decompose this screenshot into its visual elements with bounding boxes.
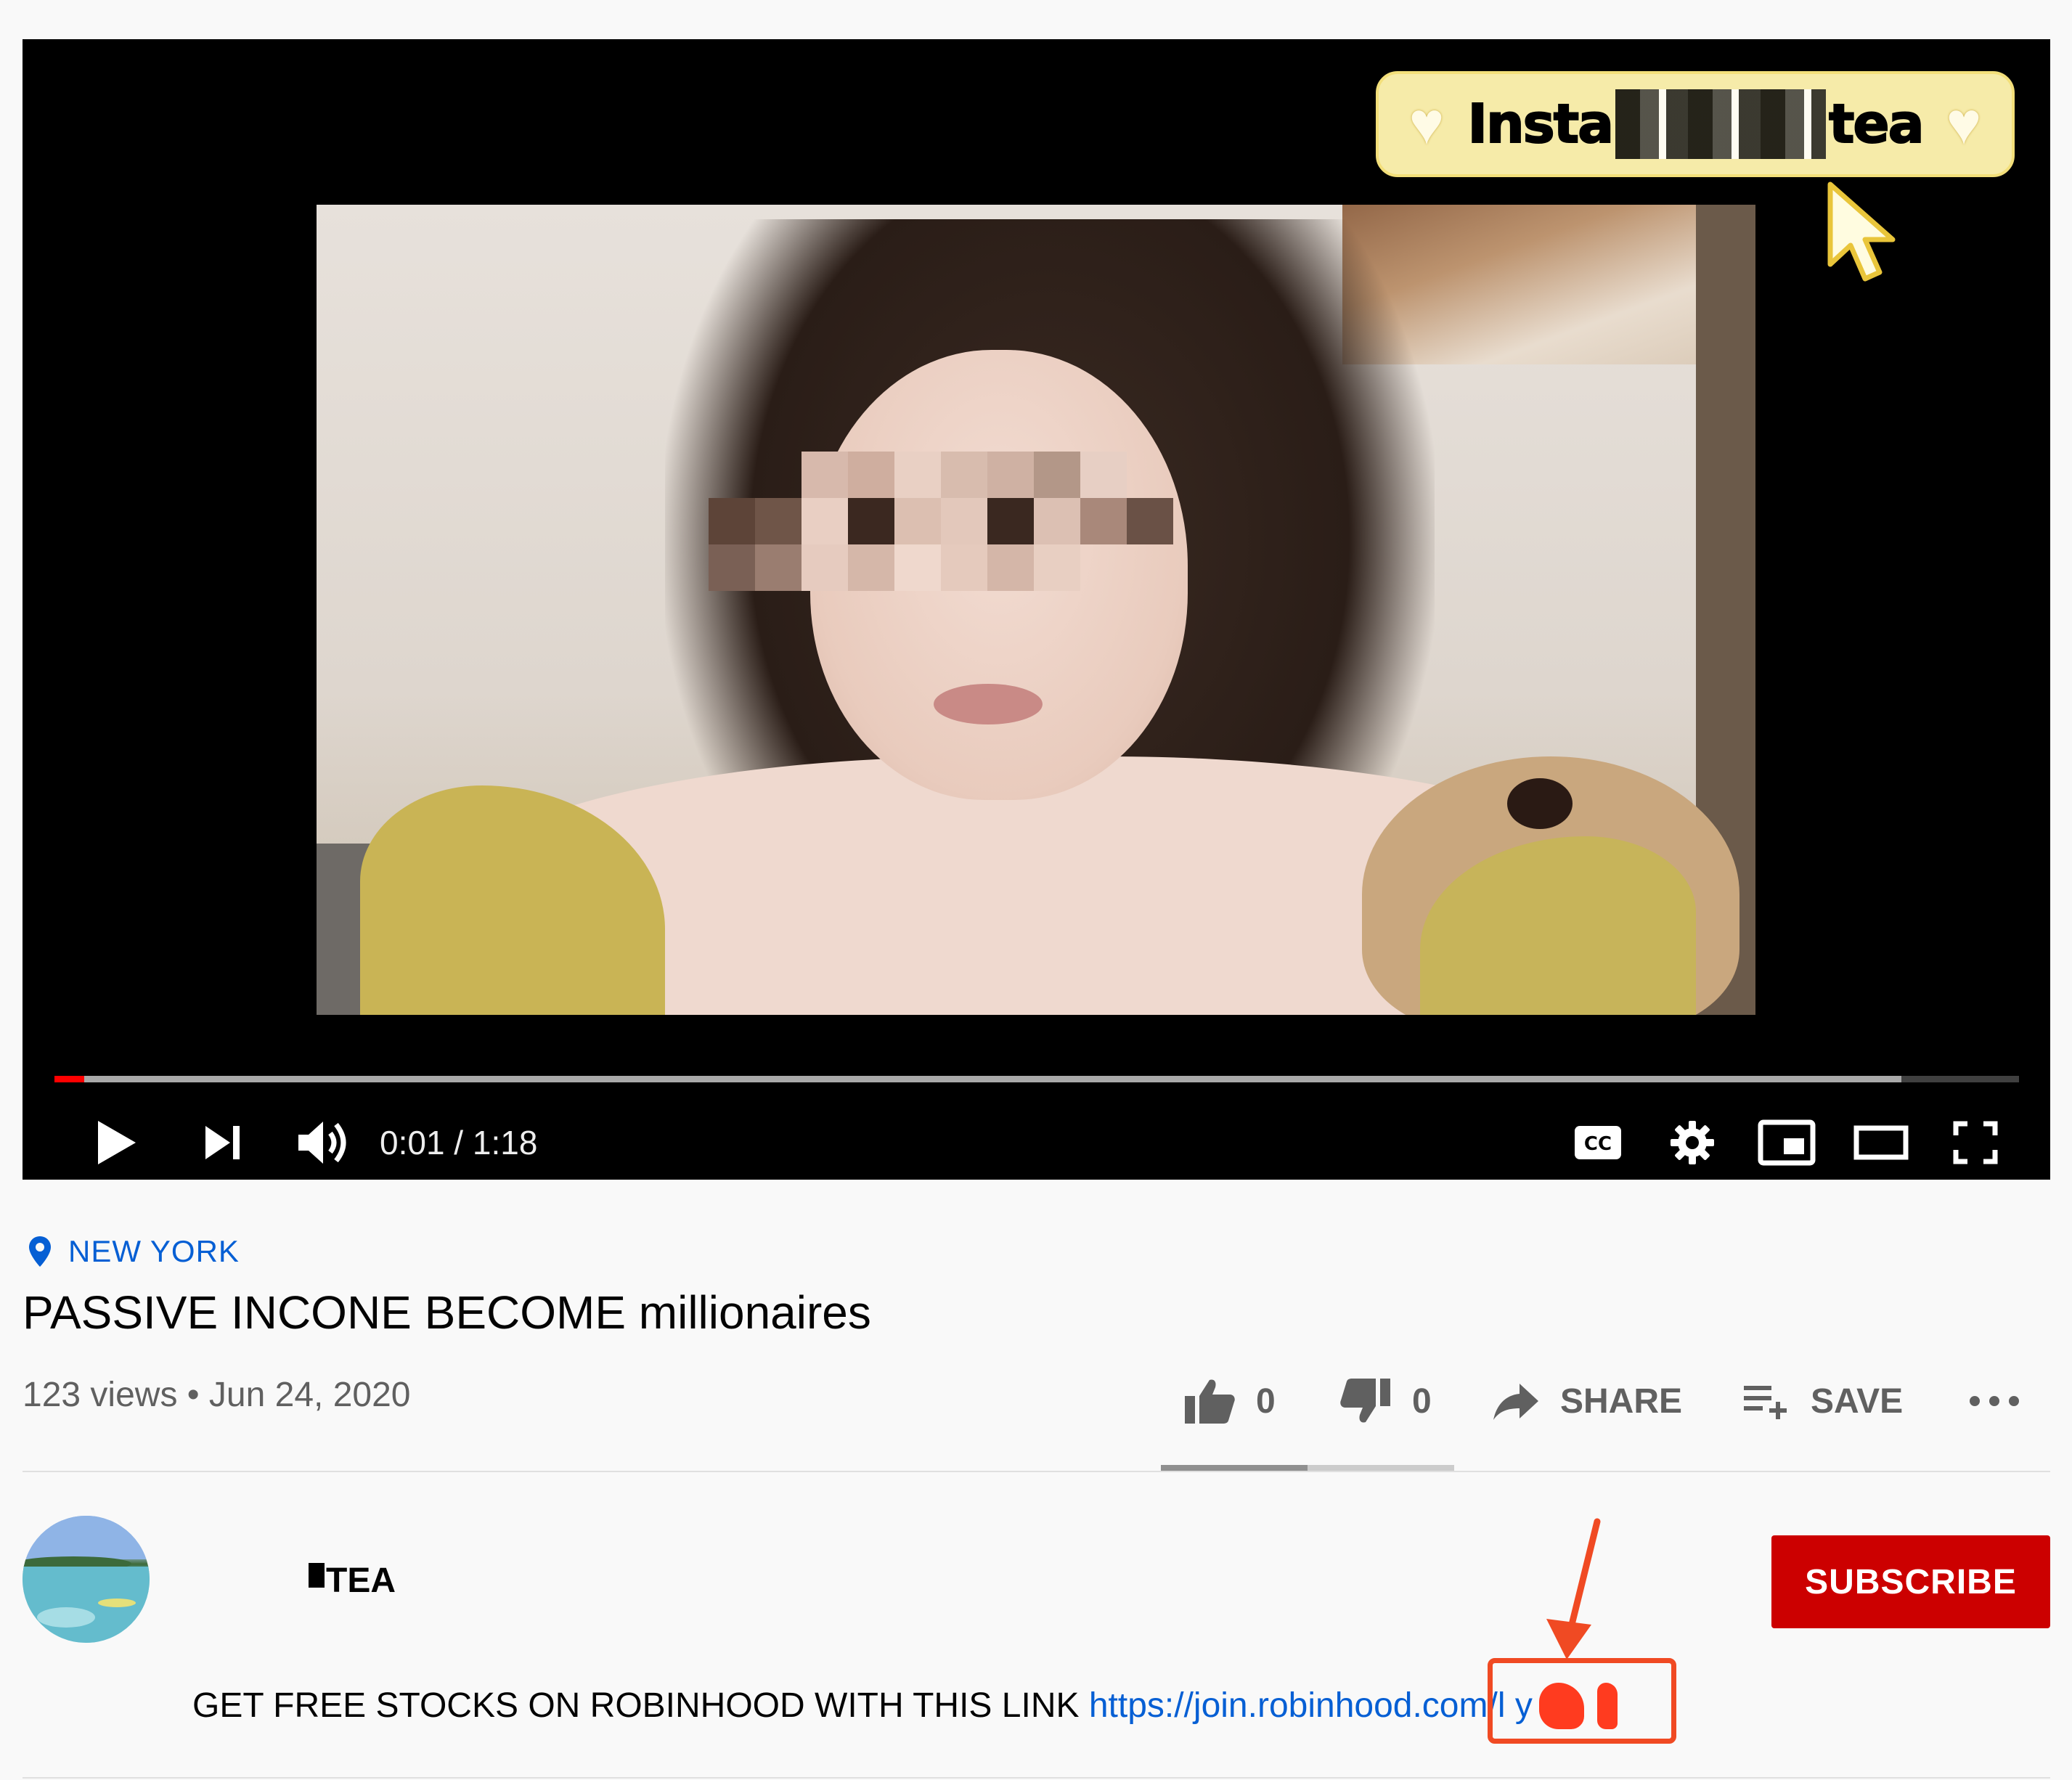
mosaic-tile <box>848 452 894 498</box>
handle-redaction <box>1615 89 1827 159</box>
volume-icon <box>298 1122 346 1164</box>
video-actions: 0 0 SHARE SAVE <box>1176 1368 2033 1434</box>
next-button[interactable] <box>187 1106 259 1179</box>
video-description: GET FREE STOCKS ON ROBINHOOD WITH THIS L… <box>192 1684 1562 1728</box>
face-pixelation <box>709 452 1173 591</box>
playlist-add-icon <box>1744 1386 1787 1419</box>
channel-name-redaction <box>309 1563 325 1588</box>
like-dislike-ratio-bar <box>1161 1465 1454 1471</box>
more-horizontal-icon <box>1970 1396 2019 1406</box>
mosaic-tile <box>848 544 894 591</box>
instagram-handle: Insta tea <box>1467 89 1925 159</box>
mosaic-tile <box>802 452 848 498</box>
person-mouth <box>934 684 1043 724</box>
mosaic-tile <box>941 544 987 591</box>
gear-icon <box>1671 1121 1714 1164</box>
mosaic-tile <box>1080 498 1127 544</box>
channel-name[interactable]: TEA <box>309 1559 396 1603</box>
location-link[interactable]: NEW YORK <box>28 1234 240 1269</box>
mosaic-tile <box>1034 544 1080 591</box>
captions-icon: CC <box>1575 1126 1621 1159</box>
thumbs-down-icon <box>1340 1379 1390 1423</box>
theater-mode-icon <box>1853 1125 1909 1160</box>
channel-avatar[interactable] <box>23 1516 150 1643</box>
mosaic-tile <box>755 452 802 498</box>
annotation-arrow-icon <box>1546 1518 1601 1659</box>
subscribe-button[interactable]: SUBSCRIBE <box>1771 1535 2050 1628</box>
mosaic-tile <box>1034 498 1080 544</box>
location-text: NEW YORK <box>68 1234 240 1268</box>
mosaic-tile <box>755 498 802 544</box>
miniplayer-icon <box>1758 1119 1816 1166</box>
mosaic-tile <box>848 498 894 544</box>
mosaic-tile <box>1127 498 1173 544</box>
teddy-bear-nose <box>1507 778 1573 829</box>
video-title: PASSIVE INCONE BECOME millionaires <box>23 1286 871 1339</box>
cursor-icon <box>1827 181 1896 282</box>
mosaic-tile <box>709 498 755 544</box>
dislike-count: 0 <box>1412 1381 1432 1421</box>
settings-button[interactable] <box>1656 1106 1729 1179</box>
play-icon <box>98 1121 136 1164</box>
mosaic-tile <box>894 498 941 544</box>
instagram-overlay-banner: ♥ Insta tea ♥ <box>1376 71 2015 177</box>
share-icon <box>1493 1384 1538 1420</box>
mosaic-tile <box>709 452 755 498</box>
mosaic-tile <box>1127 452 1173 498</box>
progress-buffered <box>54 1076 1901 1082</box>
mosaic-tile <box>1080 544 1127 591</box>
divider <box>23 1471 2050 1472</box>
mosaic-tile <box>894 544 941 591</box>
miniplayer-button[interactable] <box>1743 1106 1830 1179</box>
progress-played <box>54 1076 84 1082</box>
captions-button[interactable]: CC <box>1562 1106 1634 1179</box>
save-button[interactable]: SAVE <box>1742 1368 1903 1434</box>
video-player[interactable]: ♥ Insta tea ♥ 0:01 / 1:18 CC <box>23 39 2050 1180</box>
mosaic-tile <box>755 544 802 591</box>
fullscreen-icon <box>1953 1121 1998 1164</box>
share-label: SHARE <box>1560 1381 1683 1421</box>
mosaic-tile <box>1034 452 1080 498</box>
play-button[interactable] <box>81 1106 153 1179</box>
save-label: SAVE <box>1811 1381 1904 1421</box>
mosaic-tile <box>987 452 1034 498</box>
mosaic-tile <box>1127 544 1173 591</box>
view-count-and-date: 123 views • Jun 24, 2020 <box>23 1376 411 1414</box>
svg-text:CC: CC <box>1584 1133 1612 1155</box>
description-text: GET FREE STOCKS ON ROBINHOOD WITH THIS L… <box>192 1686 1089 1725</box>
progress-bar[interactable] <box>54 1076 2019 1082</box>
mosaic-tile <box>941 452 987 498</box>
theater-mode-button[interactable] <box>1838 1106 1925 1179</box>
mosaic-tile <box>802 544 848 591</box>
mosaic-tile <box>987 498 1034 544</box>
mosaic-tile <box>987 544 1034 591</box>
next-icon <box>205 1126 240 1159</box>
video-frame[interactable] <box>317 205 1755 1015</box>
dislike-button[interactable]: 0 <box>1339 1368 1432 1434</box>
time-display: 0:01 / 1:18 <box>380 1124 538 1162</box>
annotation-highlight-box <box>1488 1658 1676 1744</box>
divider <box>23 1777 2050 1779</box>
mosaic-tile <box>1080 452 1127 498</box>
mosaic-tile <box>802 498 848 544</box>
share-button[interactable]: SHARE <box>1492 1368 1682 1434</box>
like-ratio-fill <box>1161 1465 1308 1471</box>
mosaic-tile <box>941 498 987 544</box>
like-button[interactable]: 0 <box>1183 1368 1276 1434</box>
heart-icon: ♥ <box>1946 91 1982 157</box>
avatar-image <box>23 1516 150 1643</box>
fullscreen-button[interactable] <box>1932 1106 2019 1179</box>
mosaic-tile <box>709 544 755 591</box>
location-pin-icon <box>29 1236 51 1267</box>
thumbs-up-icon <box>1185 1379 1235 1424</box>
volume-button[interactable] <box>284 1106 364 1179</box>
player-controls: 0:01 / 1:18 CC <box>23 1106 2050 1179</box>
more-actions-button[interactable] <box>1967 1368 2021 1434</box>
like-count: 0 <box>1256 1381 1276 1421</box>
heart-icon: ♥ <box>1408 91 1445 157</box>
mosaic-tile <box>894 452 941 498</box>
